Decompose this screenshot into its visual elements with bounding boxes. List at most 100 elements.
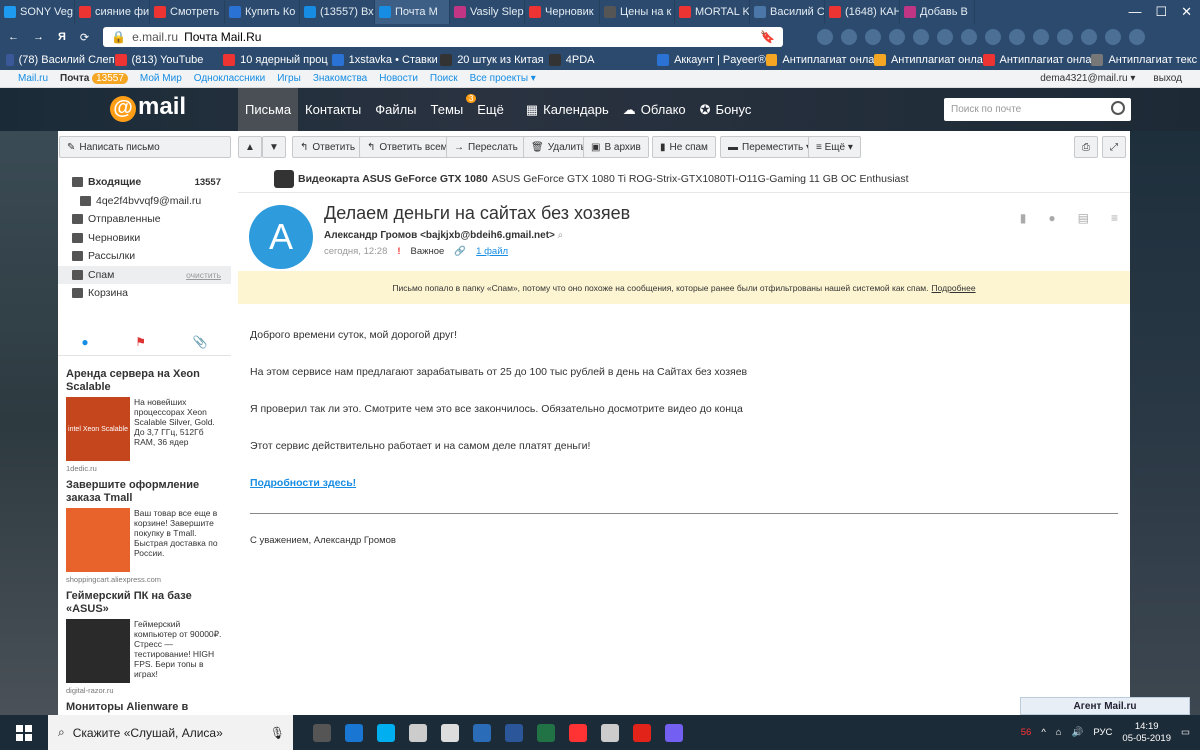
bookmark[interactable]: Антиплагиат онла [874,54,983,66]
ad-block[interactable]: Завершите оформление заказа Tmall Ваш тов… [66,479,223,584]
flag-icon[interactable]: ▮ [1020,211,1027,225]
flag-filter-icon[interactable]: ⚑ [135,335,146,349]
portal-link[interactable]: Игры [277,73,301,84]
word-icon[interactable] [505,723,523,742]
bookmark[interactable]: Антиплагиат онла [982,54,1091,66]
browser-tab[interactable]: SONY Veg [0,0,75,24]
ad-title[interactable]: Аренда сервера на Xeon Scalable [66,368,223,394]
unread-filter-icon[interactable]: ● [81,335,88,349]
forward-icon[interactable]: → [33,31,44,43]
browser-tab[interactable]: Василий С [750,0,825,24]
portal-link[interactable]: Поиск [430,73,458,84]
nav-contacts[interactable]: Контакты [298,88,368,131]
extension-icon[interactable] [961,29,978,45]
prev-message-button[interactable]: ▲ [238,136,262,158]
bookmark[interactable]: Антиплагиат онла [765,54,874,66]
bookmark[interactable]: (813) YouTube [114,54,224,66]
compose-button[interactable]: ✎ Написать письмо [59,136,231,158]
bookmark[interactable]: 20 штук из Китая [440,54,549,66]
browser-tab[interactable]: Почта М [375,0,450,24]
extension-icon[interactable] [841,29,858,45]
refresh-icon[interactable]: ⟳ [80,31,89,44]
archive-button[interactable]: ▣ В архив [583,136,649,158]
attachment-filter-icon[interactable]: 📎 [193,335,208,349]
extension-icon[interactable] [865,29,882,45]
expand-button[interactable]: ⤢ [1102,136,1126,158]
tray-arrow-icon[interactable]: ^ [1041,727,1045,738]
search-sender-icon[interactable]: ⌕ [558,230,564,241]
extension-icon[interactable] [937,29,954,45]
folder-item[interactable]: Черновики [58,229,231,248]
extension-icon[interactable] [913,29,930,45]
windows-start-icon[interactable] [0,715,48,750]
clock[interactable]: 14:19 05-05-2019 [1122,721,1171,745]
bookmark[interactable]: (78) Василий Слеп [6,54,115,66]
store-icon[interactable] [409,723,427,742]
browser-tab[interactable]: Цены на к [600,0,675,24]
bookmark[interactable]: 1xstavka • Ставки [331,54,441,66]
extension-icon[interactable] [817,29,834,45]
bookmark[interactable]: 10 ядерный проц [223,54,332,66]
ad-source[interactable]: 1dedic.ru [66,464,223,473]
browser-tab[interactable]: Добавь В [900,0,975,24]
search-icon[interactable] [1111,101,1125,115]
user-menu[interactable]: dema4321@mail.ru ▾ [1040,73,1135,84]
clear-spam-link[interactable]: очистить [186,270,231,280]
nav-letters[interactable]: Письма [238,88,299,131]
browser-tab[interactable]: (13557) Вх [300,0,375,24]
language-indicator[interactable]: РУС [1093,727,1112,738]
mail-logo[interactable]: @ mail [110,93,186,122]
viber-icon[interactable] [665,723,683,742]
move-button[interactable]: ▬ Переместить ▾ [720,136,820,158]
browser-tab[interactable]: Vasily Slep [450,0,525,24]
maximize-icon[interactable]: ☐ [1155,4,1167,20]
mail-agent-button[interactable]: Агент Mail.ru [1020,697,1190,715]
more-button[interactable]: ≡ Ещё ▾ [808,136,861,158]
browser-tab[interactable]: Черновик [525,0,600,24]
notifications-icon[interactable]: ▭ [1181,727,1190,738]
ad-title[interactable]: Геймерский ПК на базе «ASUS» [66,590,223,616]
nav-bonus[interactable]: ✪ Бонус [693,88,759,131]
folder-item[interactable]: Корзина [58,284,231,303]
opera-icon[interactable] [633,723,651,742]
folder-item[interactable]: Спам очистить [58,265,231,284]
task-view-icon[interactable] [313,723,331,742]
template-icon[interactable]: ▤ [1078,211,1089,225]
portal-link[interactable]: Знакомства [313,73,367,84]
extension-icon[interactable] [889,29,906,45]
folder-item[interactable]: Рассылки [58,247,231,266]
ad-image[interactable] [66,508,130,572]
excel-icon[interactable] [537,723,555,742]
network-app-icon[interactable] [473,723,491,742]
extension-icon[interactable] [1081,29,1098,45]
attachment-link[interactable]: 1 файл [476,246,508,257]
folder-item[interactable]: Входящие 13557 [58,173,231,192]
bookmark-icon[interactable]: 🔖 [760,30,775,44]
skype-icon[interactable] [377,723,395,742]
browser-tab[interactable]: сияние фи [75,0,150,24]
back-icon[interactable]: ← [8,31,19,43]
bookmark[interactable]: Аккаунт | Payeer® [657,54,766,66]
not-spam-button[interactable]: ▮ Не спам [652,136,716,158]
portal-link[interactable]: Мой Мир [140,73,182,84]
yandex-browser-icon[interactable] [569,723,587,742]
nav-themes[interactable]: Темы [424,88,471,131]
folder-item[interactable]: 4qe2f4bvvqf9@mail.ru [58,192,231,211]
reply-button[interactable]: ↰ Ответить [292,136,364,158]
print-button[interactable]: ⎙ [1074,136,1098,158]
nav-more[interactable]: Ещё [470,88,511,131]
ad-source[interactable]: digital-razor.ru [66,686,223,695]
nav-cloud[interactable]: ☁ Облако [616,88,693,131]
bookmark[interactable]: 4PDA [548,54,658,66]
logout-link[interactable]: выход [1153,73,1182,84]
edge-icon[interactable] [345,723,363,742]
close-icon[interactable]: ✕ [1181,4,1192,20]
ad-block[interactable]: Аренда сервера на Xeon Scalable intel Xeo… [66,368,223,473]
mail-icon[interactable] [441,723,459,742]
sender[interactable]: Александр Громов <bajkjxb@bdeih6.gmail.n… [324,230,563,241]
menu-icon[interactable]: ≡ [1111,211,1118,225]
microphone-icon[interactable]: 🎙 [270,726,293,740]
url-field[interactable]: 🔒 e.mail.ru Почта Mail.Ru 🔖 [103,27,784,47]
extension-icon[interactable] [1033,29,1050,45]
next-message-button[interactable]: ▼ [262,136,286,158]
